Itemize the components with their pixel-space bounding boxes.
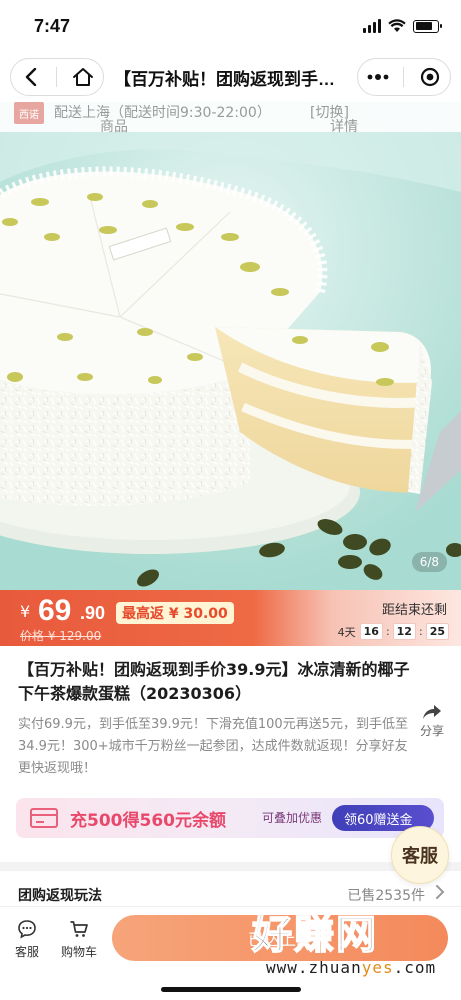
price-banner: ¥ 69 .90 最高返 ¥ 30.00 价格 ¥ 129.00 距结束还剩 4… — [0, 590, 461, 646]
status-bar: 7:47 — [0, 0, 461, 52]
countdown-hours: 16 — [359, 623, 383, 640]
capsule-divider — [56, 67, 58, 87]
store-logo: 西诺 — [14, 102, 44, 124]
countdown-seconds: 25 — [425, 623, 449, 640]
countdown-label: 距结束还剩 — [381, 603, 447, 618]
product-description: 实付69.9元，到手低至39.9元！下滑充值100元再送5元，到手低至34.9元… — [18, 717, 408, 776]
rebate-rules-title: 团购返现玩法 — [18, 888, 102, 904]
customer-service-label: 客服 — [14, 945, 39, 959]
original-price-text: 价格 ¥ 129.00 — [20, 629, 102, 643]
price-integer: 69 — [38, 594, 72, 627]
bottom-action-bar: 客服 购物车 已达上限 — [0, 906, 461, 1000]
countdown-days: 4天 — [337, 625, 356, 639]
recharge-promo-banner[interactable]: 充500得560元余额 可叠加优惠 领60赠送金 — [16, 798, 444, 838]
tab-details[interactable]: 详情 — [330, 116, 358, 136]
back-button[interactable] — [16, 62, 46, 92]
customer-service-button[interactable]: 客服 — [4, 919, 50, 960]
countdown-separator: : — [385, 625, 390, 638]
back-arrow-icon — [25, 68, 37, 86]
tab-goods[interactable]: 商品 — [100, 116, 128, 136]
delivery-info: 配送上海（配送时间9:30-22:00） — [54, 105, 271, 121]
countdown-separator: : — [418, 625, 423, 638]
home-button[interactable] — [68, 62, 98, 92]
price-currency: ¥ — [20, 602, 31, 621]
wifi-icon — [388, 19, 406, 32]
store-header: 西诺 配送上海（配送时间9:30-22:00） [切换] 商品 详情 — [0, 102, 461, 135]
more-dots-icon — [367, 74, 389, 80]
share-label: 分享 — [419, 724, 444, 738]
cart-icon — [70, 921, 88, 937]
sold-count: 已售2535件 — [347, 888, 425, 904]
price-decimal: .90 — [80, 603, 106, 623]
more-button[interactable] — [363, 62, 393, 92]
original-price: 价格 ¥ 129.00 — [20, 627, 101, 644]
countdown-minutes: 12 — [392, 623, 416, 640]
nav-left-capsule — [10, 58, 104, 96]
product-title: 【百万补贴！团购返现到手价39.9元】冰凉清新的椰子下午茶爆款蛋糕（202303… — [18, 660, 410, 703]
status-time: 7:47 — [34, 15, 71, 36]
product-image-gallery[interactable]: 6/8 — [0, 102, 461, 590]
target-close-icon — [420, 67, 439, 87]
card-icon — [30, 808, 58, 828]
battery-icon — [413, 19, 442, 33]
image-counter: 6/8 — [411, 552, 447, 572]
page-title: 【百万补贴！团购返现到手价39.9元】冰凉清新的椰子下午茶爆款蛋糕（202303… — [114, 69, 357, 89]
purchase-button[interactable]: 已达上限 — [112, 915, 448, 961]
home-indicator — [161, 987, 301, 992]
status-icons — [363, 19, 442, 33]
home-icon — [72, 68, 93, 86]
chevron-right-icon — [436, 885, 445, 899]
close-miniapp-button[interactable] — [415, 62, 445, 92]
cellular-signal-icon — [363, 19, 381, 33]
promo-sub-text: 可叠加优惠 — [262, 811, 323, 825]
share-button[interactable]: 分享 — [417, 704, 447, 739]
customer-service-float-button[interactable]: 客服 — [391, 826, 449, 884]
max-rebate-badge: 最高返 ¥ 30.00 — [116, 602, 234, 624]
coconut-cake-photo — [0, 102, 461, 590]
chat-bubble-icon — [18, 920, 36, 939]
product-info: 【百万补贴！团购返现到手价39.9元】冰凉清新的椰子下午茶爆款蛋糕（202303… — [0, 646, 461, 780]
cart-label: 购物车 — [60, 945, 97, 959]
cart-button[interactable]: 购物车 — [56, 919, 102, 960]
capsule-divider — [403, 67, 405, 87]
promo-section: 充500得560元余额 可叠加优惠 领60赠送金 客服 — [0, 780, 461, 884]
share-arrow-icon — [423, 705, 441, 719]
promo-main-text: 充500得560元余额 — [70, 811, 226, 831]
nav-bar: 【百万补贴！团购返现到手价39.9元】冰凉清新的椰子下午茶爆款蛋糕（202303… — [0, 52, 461, 102]
countdown-timer: 4天 16 : 12 : 25 — [338, 623, 449, 640]
nav-right-capsule — [357, 58, 451, 96]
